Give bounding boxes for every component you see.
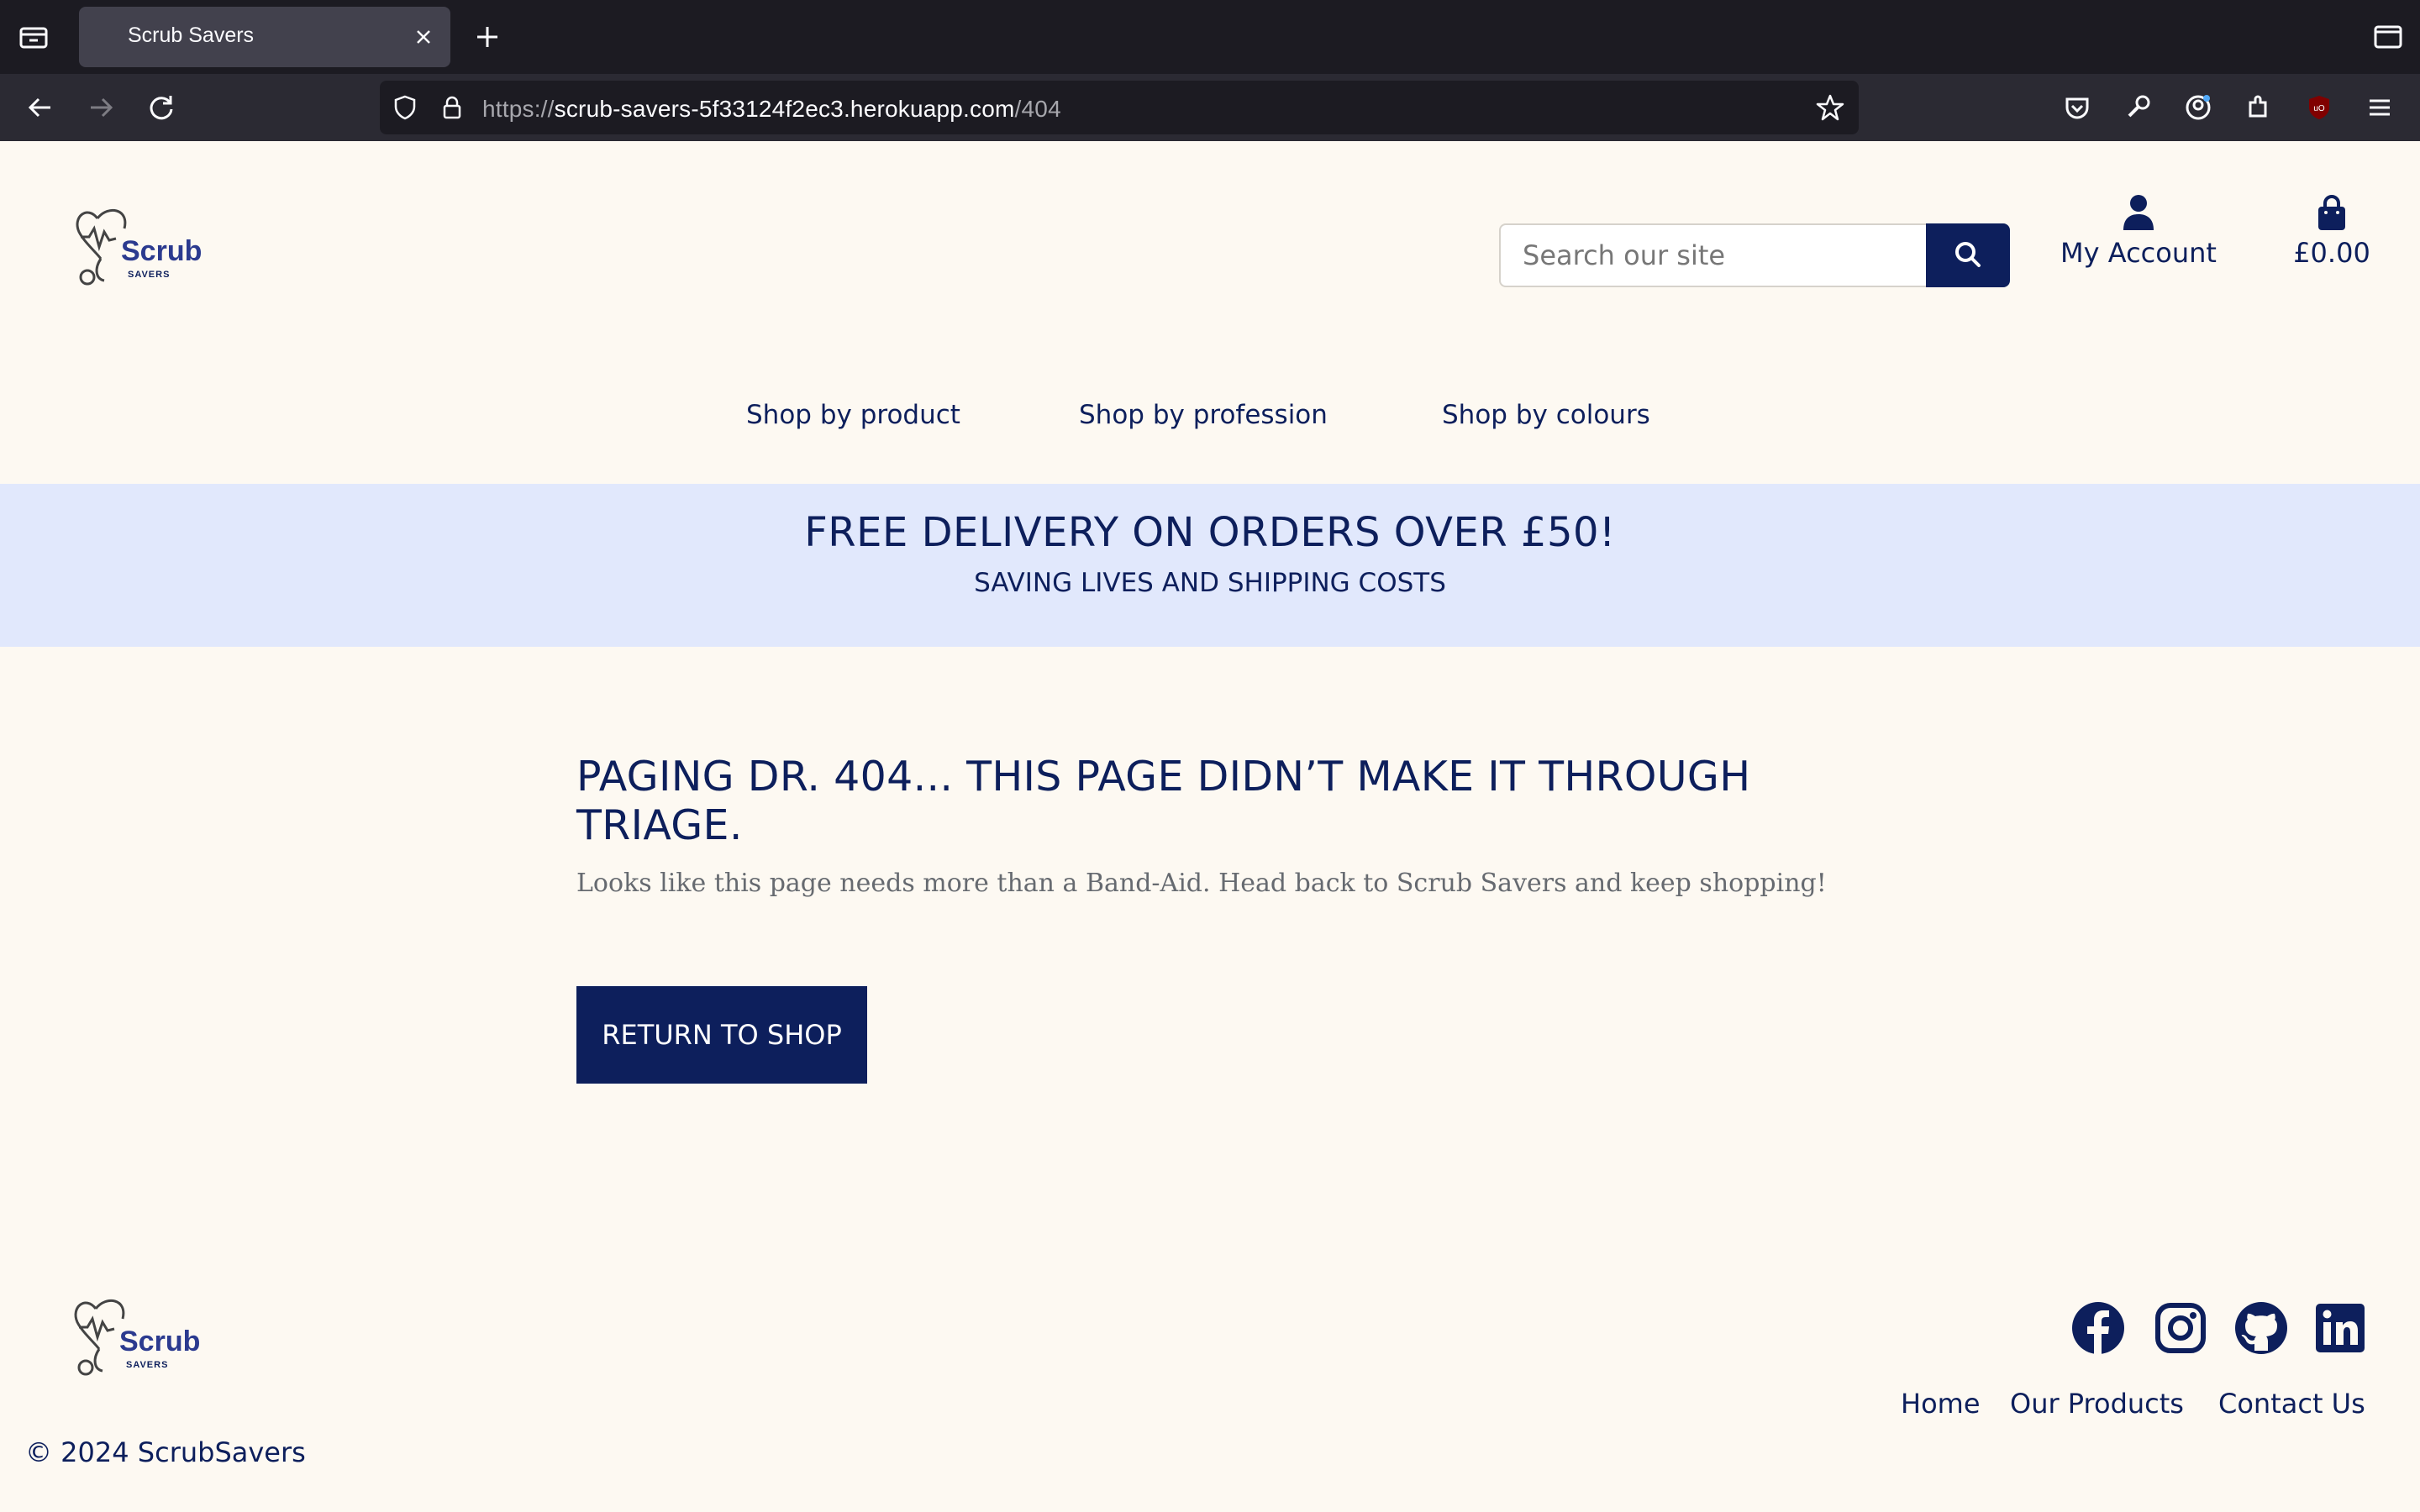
browser-tab-bar: Scrub Savers: [0, 0, 2420, 74]
search-icon: [1955, 241, 1981, 267]
footer-link-home[interactable]: Home: [1901, 1388, 1981, 1420]
github-link[interactable]: [2233, 1300, 2289, 1356]
close-icon[interactable]: [408, 22, 439, 52]
my-account-label: My Account: [2060, 237, 2217, 269]
pocket-icon[interactable]: [2060, 91, 2094, 124]
error-title: PAGING DR. 404... THIS PAGE DIDN’T MAKE …: [576, 753, 1751, 849]
logo-text: Scrub: [121, 235, 202, 267]
url-text[interactable]: https://scrub-savers-5f33124f2ec3.heroku…: [482, 96, 1061, 123]
footer-links: Home Our Products Contact Us: [0, 1388, 2420, 1426]
logo-subtext: SAVERS: [128, 270, 170, 280]
my-account-link[interactable]: My Account: [2050, 193, 2227, 277]
instagram-link[interactable]: [2153, 1300, 2208, 1356]
footer-logo-text: Scrub: [119, 1326, 200, 1357]
facebook-icon: [2072, 1302, 2124, 1354]
extensions-puzzle-icon[interactable]: [2242, 91, 2275, 124]
facebook-link[interactable]: [2070, 1300, 2126, 1356]
url-scheme: https://: [482, 96, 555, 122]
tab-list-icon[interactable]: [17, 22, 50, 52]
linkedin-link[interactable]: [2312, 1300, 2368, 1356]
github-icon: [2235, 1302, 2287, 1354]
forward-arrow-icon[interactable]: [84, 91, 118, 124]
copyright: © 2024 ScrubSavers: [25, 1436, 306, 1468]
account-circle-icon[interactable]: [2181, 91, 2215, 124]
browser-toolbar: https://scrub-savers-5f33124f2ec3.heroku…: [0, 74, 2420, 141]
stethoscope-heart-icon: Scrub SAVERS: [76, 209, 202, 286]
url-bar[interactable]: https://scrub-savers-5f33124f2ec3.heroku…: [380, 81, 1859, 134]
stethoscope-heart-icon: Scrub SAVERS: [74, 1299, 200, 1376]
search-input[interactable]: [1501, 225, 1926, 286]
footer-link-our-products[interactable]: Our Products: [2010, 1388, 2184, 1420]
shield-icon[interactable]: [392, 94, 418, 121]
linkedin-icon: [2316, 1304, 2365, 1352]
search-button[interactable]: [1926, 223, 2010, 287]
tab-title: Scrub Savers: [128, 24, 255, 47]
window-icon[interactable]: [2371, 22, 2405, 52]
site-logo[interactable]: Scrub SAVERS: [72, 200, 207, 292]
error-message: Looks like this page needs more than a B…: [576, 869, 1827, 898]
banner-title: FREE DELIVERY ON ORDERS OVER £50!: [804, 509, 1616, 556]
banner-subtitle: SAVING LIVES AND SHIPPING COSTS: [974, 568, 1446, 598]
new-tab-plus-icon[interactable]: [471, 20, 504, 54]
url-host: scrub-savers-5f33124f2ec3.herokuapp.com: [554, 96, 1015, 122]
shopping-bag-link[interactable]: £0.00: [2277, 193, 2386, 277]
return-to-shop-button[interactable]: RETURN TO SHOP: [576, 986, 867, 1084]
instagram-icon: [2155, 1303, 2206, 1353]
footer-link-contact-us[interactable]: Contact Us: [2218, 1388, 2365, 1420]
bookmark-star-icon[interactable]: [1815, 92, 1845, 123]
back-arrow-icon[interactable]: [24, 91, 57, 124]
svg-text:uO: uO: [2313, 104, 2325, 113]
nav-shop-by-profession[interactable]: Shop by profession: [1079, 400, 1328, 430]
user-icon: [2123, 195, 2154, 230]
wrench-icon[interactable]: [2121, 91, 2154, 124]
shopping-bag-icon: [2318, 195, 2345, 230]
delivery-banner: FREE DELIVERY ON ORDERS OVER £50! SAVING…: [0, 484, 2420, 647]
bag-total: £0.00: [2293, 237, 2370, 269]
search-field: [1499, 223, 1926, 287]
footer-logo-subtext: SAVERS: [126, 1360, 168, 1370]
reload-icon[interactable]: [145, 91, 178, 124]
footer-logo[interactable]: Scrub SAVERS: [71, 1290, 205, 1383]
menu-hamburger-icon[interactable]: [2363, 91, 2396, 124]
browser-tab-active[interactable]: Scrub Savers: [79, 7, 450, 67]
nav-shop-by-product[interactable]: Shop by product: [746, 400, 960, 430]
nav-shop-by-colours[interactable]: Shop by colours: [1442, 400, 1650, 430]
url-path: /404: [1014, 96, 1061, 122]
main-navigation: Shop by product Shop by profession Shop …: [0, 400, 2420, 442]
lock-icon[interactable]: [439, 94, 466, 121]
ublock-icon[interactable]: uO: [2302, 91, 2336, 124]
